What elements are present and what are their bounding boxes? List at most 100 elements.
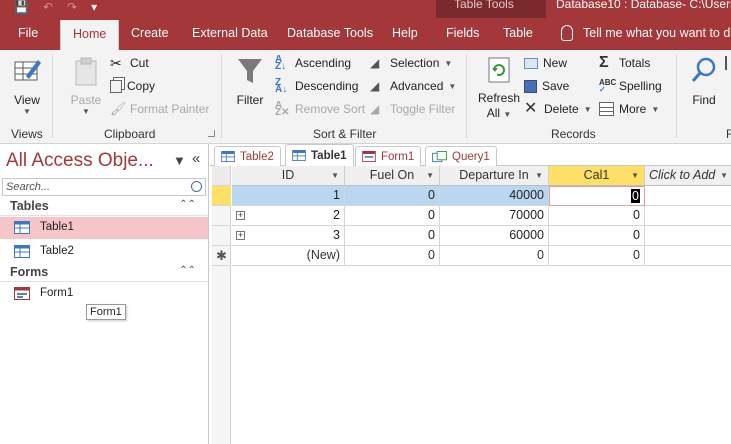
- cell-cal1-value: 0: [631, 189, 640, 203]
- record-selector[interactable]: [212, 186, 231, 206]
- replace-button-partial[interactable]: [725, 56, 731, 70]
- table-row[interactable]: + 3 0 60000 0: [212, 226, 731, 246]
- cell-id[interactable]: 2: [232, 206, 345, 226]
- tab-home[interactable]: Home: [60, 20, 120, 50]
- chevron-down-icon[interactable]: ▼: [631, 171, 639, 180]
- search-icon[interactable]: [191, 181, 202, 192]
- doc-tab-form1[interactable]: Form1: [355, 146, 422, 166]
- nav-item-table2[interactable]: Table2: [0, 241, 208, 263]
- cell-cal1[interactable]: 0: [549, 206, 645, 226]
- collapse-chevron-icon[interactable]: ⌃⌃: [179, 265, 196, 276]
- chevron-down-icon[interactable]: ▼: [720, 171, 728, 180]
- delete-record-button[interactable]: ✕ Delete ▼: [524, 101, 592, 117]
- tab-create[interactable]: Create: [131, 26, 169, 40]
- new-record-selector-icon[interactable]: ✱: [212, 246, 231, 266]
- forms-section-header[interactable]: Forms ⌃⌃: [0, 264, 208, 282]
- advanced-button[interactable]: ◢ Advanced ▼: [370, 79, 456, 93]
- cell-cal1[interactable]: 0: [549, 226, 645, 246]
- cell-empty[interactable]: [645, 226, 731, 246]
- cell-empty[interactable]: [645, 246, 731, 266]
- cell-id[interactable]: 1: [232, 186, 345, 206]
- tab-file[interactable]: File: [18, 26, 38, 40]
- column-header-fuel-on[interactable]: Fuel On ▼: [345, 166, 440, 186]
- table-row[interactable]: + 1 0 40000 0: [212, 186, 731, 206]
- doc-tab-query1[interactable]: Query1: [425, 146, 497, 166]
- tab-fields[interactable]: Fields: [446, 26, 479, 40]
- toggle-filter-button[interactable]: ◢ Toggle Filter: [370, 102, 455, 116]
- cell-fuel-on[interactable]: 0: [345, 246, 440, 266]
- new-record-row[interactable]: ✱ (New) 0 0 0: [212, 246, 731, 266]
- chevron-down-icon: ▼: [583, 104, 592, 114]
- spelling-button[interactable]: ABC ✓ Spelling: [599, 79, 662, 94]
- cell-cal1-active[interactable]: 0: [549, 186, 645, 206]
- forms-header-label: Forms: [10, 265, 49, 279]
- selection-button[interactable]: ◢ Selection ▼: [370, 56, 452, 70]
- clipboard-launcher-icon[interactable]: [208, 130, 215, 137]
- cell-fuel-on[interactable]: 0: [345, 186, 440, 206]
- nav-search-input[interactable]: Search...: [2, 178, 206, 196]
- column-header-id[interactable]: ID ▼: [232, 166, 345, 186]
- nav-item-form1[interactable]: Form1: [0, 283, 208, 305]
- record-selector[interactable]: [212, 226, 231, 246]
- remove-sort-label: Remove Sort: [295, 102, 366, 116]
- tab-table[interactable]: Table: [503, 26, 533, 40]
- format-painter-button[interactable]: 🖌 Format Painter: [110, 101, 209, 117]
- cell-id[interactable]: (New): [232, 246, 345, 266]
- collapse-pane-icon[interactable]: «: [192, 150, 200, 167]
- column-header-departure-in[interactable]: Departure In ▼: [440, 166, 549, 186]
- select-all-corner[interactable]: [212, 166, 231, 186]
- cell-departure-in[interactable]: 0: [440, 246, 549, 266]
- totals-button[interactable]: Σ Totals: [599, 54, 650, 71]
- copy-button[interactable]: Copy: [110, 79, 155, 93]
- column-header-cal1[interactable]: Cal1 ▼: [549, 166, 645, 186]
- table-row[interactable]: + 2 0 70000 0: [212, 206, 731, 226]
- chevron-down-icon[interactable]: ▼: [426, 171, 434, 180]
- cell-empty[interactable]: [645, 186, 731, 206]
- cell-cal1[interactable]: 0: [549, 246, 645, 266]
- cell-fuel-on[interactable]: 0: [345, 226, 440, 246]
- redo-icon[interactable]: ↷: [67, 0, 77, 14]
- doc-tab-table1[interactable]: Table1: [285, 144, 354, 166]
- tab-external-data[interactable]: External Data: [192, 26, 268, 40]
- ascending-button[interactable]: A Z↓ Ascending: [275, 55, 351, 72]
- save-icon[interactable]: 💾: [14, 0, 29, 14]
- cell-departure-in[interactable]: 70000: [440, 206, 549, 226]
- cut-button[interactable]: ✂ Cut: [110, 56, 149, 70]
- new-record-button[interactable]: New: [524, 56, 567, 70]
- view-button[interactable]: View ▼: [8, 56, 46, 116]
- cell-empty[interactable]: [645, 206, 731, 226]
- doc-tab-label: Query1: [452, 150, 490, 163]
- collapse-chevron-icon[interactable]: ⌃⌃: [179, 199, 196, 210]
- nav-item-table1[interactable]: Table1: [0, 217, 208, 239]
- chevron-down-icon[interactable]: ▼: [535, 171, 543, 180]
- find-button[interactable]: Find: [687, 56, 721, 107]
- tables-section-header[interactable]: Tables ⌃⌃: [0, 198, 208, 216]
- tab-help[interactable]: Help: [392, 26, 418, 40]
- cell-departure-in[interactable]: 60000: [440, 226, 549, 246]
- doc-tab-label: Form1: [381, 150, 415, 163]
- nav-title[interactable]: All Access Obje...: [6, 150, 154, 172]
- nav-menu-icon[interactable]: ▼: [173, 153, 186, 168]
- cell-departure-in[interactable]: 40000: [440, 186, 549, 206]
- save-record-button[interactable]: Save: [524, 79, 569, 93]
- chevron-down-icon[interactable]: ▼: [331, 171, 339, 180]
- refresh-icon: [488, 57, 510, 83]
- descending-button[interactable]: Z A↓ Descending: [275, 78, 358, 95]
- customize-qat-icon[interactable]: ▾: [91, 0, 97, 14]
- undo-icon[interactable]: ↶: [43, 0, 53, 14]
- cell-fuel-on[interactable]: 0: [345, 206, 440, 226]
- more-button[interactable]: More ▼: [599, 102, 659, 116]
- cell-id[interactable]: 3: [232, 226, 345, 246]
- paste-button[interactable]: Paste ▼: [66, 56, 106, 116]
- paintbrush-icon: 🖌: [110, 101, 127, 116]
- doc-tab-table2[interactable]: Table2: [214, 146, 281, 166]
- refresh-all-button[interactable]: Refresh All ▼: [477, 56, 521, 120]
- filter-button[interactable]: Filter: [232, 56, 268, 107]
- remove-sort-button[interactable]: A Z✕ Remove Sort: [275, 101, 366, 118]
- tab-database-tools[interactable]: Database Tools: [287, 26, 373, 40]
- tell-me-box[interactable]: Tell me what you want to d: [561, 25, 730, 41]
- sigma-icon: Σ: [599, 54, 609, 71]
- record-selector[interactable]: [212, 206, 231, 226]
- column-header-click-to-add[interactable]: Click to Add ▼: [645, 166, 731, 186]
- nav-item-label: Form1: [40, 287, 74, 299]
